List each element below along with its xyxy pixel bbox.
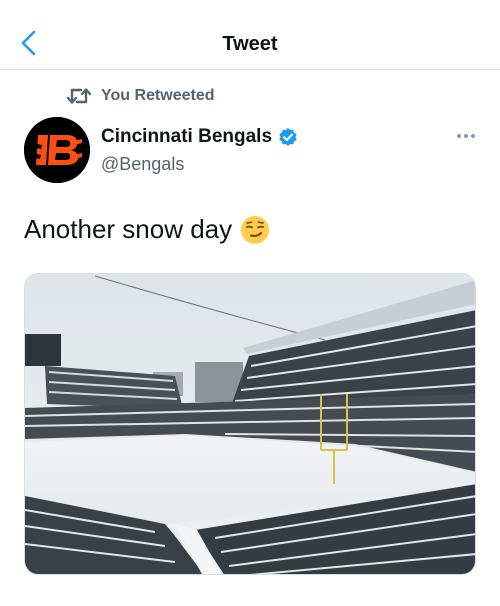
tweet-body: Another snow day	[24, 214, 233, 244]
author-handle[interactable]: @Bengals	[101, 154, 298, 175]
retweet-indicator: You Retweeted	[66, 84, 215, 108]
page-title: Tweet	[222, 33, 278, 55]
author-name: Cincinnati Bengals	[101, 126, 273, 147]
smirking-face-emoji-icon	[241, 215, 270, 244]
bengals-logo-icon	[24, 117, 90, 183]
tweet-text: Another snow day	[24, 214, 270, 245]
more-options-button[interactable]	[455, 128, 477, 144]
more-horizontal-icon	[457, 134, 475, 138]
snowy-stadium-photo	[25, 274, 475, 574]
tweet-media-photo[interactable]	[24, 273, 476, 575]
retweet-icon	[66, 88, 92, 104]
avatar[interactable]	[24, 117, 90, 183]
tweet-author: Cincinnati Bengals @Bengals	[101, 126, 298, 175]
top-bar: Tweet	[0, 0, 500, 70]
author-name-row[interactable]: Cincinnati Bengals	[101, 126, 298, 148]
verified-badge-icon	[279, 128, 297, 146]
retweet-label: You Retweeted	[101, 87, 215, 104]
